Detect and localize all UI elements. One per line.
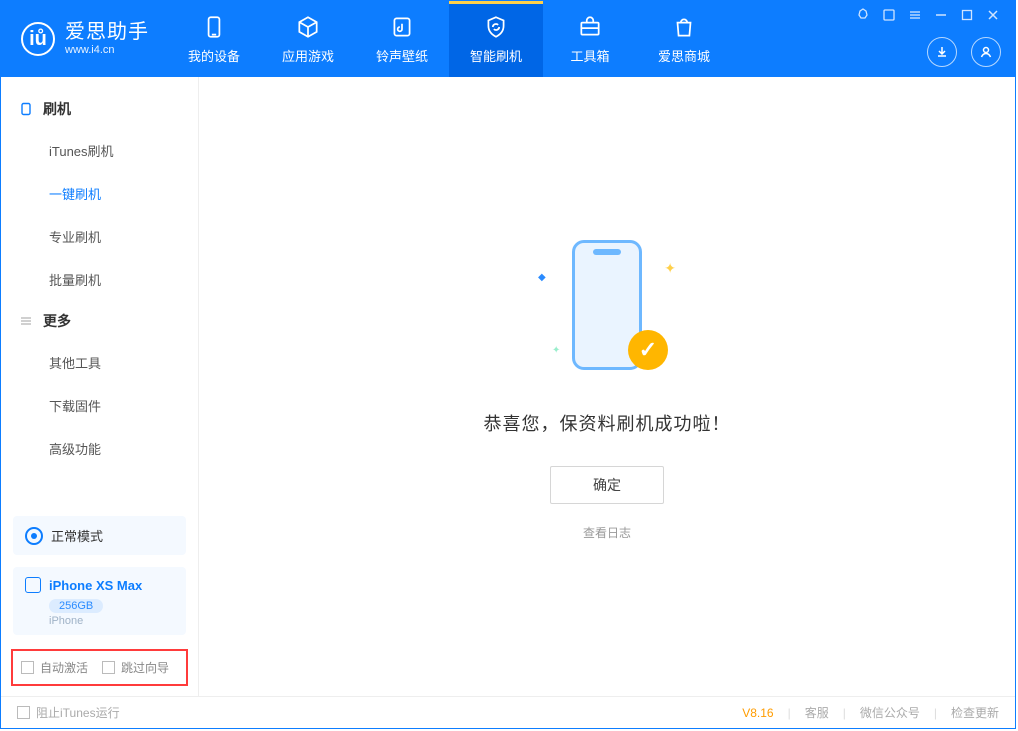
download-manager-button[interactable] [927, 37, 957, 67]
nav-label: 智能刷机 [470, 46, 522, 65]
checkbox-auto-activate[interactable]: 自动激活 [21, 659, 88, 676]
ok-button[interactable]: 确定 [550, 466, 664, 504]
version-label: V8.16 [742, 706, 773, 720]
checkbox-label: 自动激活 [40, 659, 88, 676]
nav-label: 应用游戏 [282, 46, 334, 65]
logo-area: iů 爱思助手 www.i4.cn [1, 1, 167, 77]
cube-icon [295, 14, 321, 40]
sidebar-item-pro-flash[interactable]: 专业刷机 [1, 215, 198, 258]
mode-icon [25, 527, 43, 545]
sidebar-item-batch-flash[interactable]: 批量刷机 [1, 258, 198, 301]
phone-icon [201, 14, 227, 40]
shield-refresh-icon [483, 14, 509, 40]
device-card[interactable]: iPhone XS Max 256GB iPhone [13, 567, 186, 635]
checkbox-skip-guide[interactable]: 跳过向导 [102, 659, 169, 676]
close-button[interactable] [985, 7, 1001, 23]
sidebar-item-oneclick-flash[interactable]: 一键刷机 [1, 172, 198, 215]
footer-link-wechat[interactable]: 微信公众号 [860, 704, 920, 721]
device-name: iPhone XS Max [49, 578, 142, 593]
minimize-button[interactable] [933, 7, 949, 23]
list-icon [19, 314, 33, 328]
footer-link-support[interactable]: 客服 [805, 704, 829, 721]
sidebar-item-other-tools[interactable]: 其他工具 [1, 341, 198, 384]
app-name: 爱思助手 [65, 21, 149, 44]
view-log-link[interactable]: 查看日志 [583, 524, 631, 541]
window-controls [855, 7, 1001, 23]
toolbox-icon [577, 14, 603, 40]
sidebar-item-advanced[interactable]: 高级功能 [1, 427, 198, 470]
device-type: iPhone [49, 615, 174, 627]
maximize-button[interactable] [959, 7, 975, 23]
nav-label: 工具箱 [570, 46, 609, 65]
group-title-label: 更多 [43, 311, 71, 331]
nav-apps[interactable]: 应用游戏 [261, 1, 355, 77]
checkbox-label: 阻止iTunes运行 [36, 704, 120, 721]
menu-icon[interactable] [907, 7, 923, 23]
main-content: ◆ ✦ ✦ ✓ 恭喜您，保资料刷机成功啦！ 确定 查看日志 [199, 77, 1015, 696]
success-message: 恭喜您，保资料刷机成功啦！ [484, 410, 731, 436]
app-url: www.i4.cn [65, 44, 149, 57]
main-nav: 我的设备 应用游戏 铃声壁纸 智能刷机 工具箱 爱思商城 [167, 1, 731, 77]
nav-label: 我的设备 [188, 46, 240, 65]
success-illustration: ◆ ✦ ✦ ✓ [532, 232, 682, 382]
checkbox-label: 跳过向导 [121, 659, 169, 676]
group-title-label: 刷机 [43, 99, 71, 119]
checkbox-icon [17, 706, 30, 719]
bag-icon [671, 14, 697, 40]
music-icon [389, 14, 415, 40]
skin-icon[interactable] [881, 7, 897, 23]
feedback-icon[interactable] [855, 7, 871, 23]
mode-card[interactable]: 正常模式 [13, 516, 186, 555]
nav-toolbox[interactable]: 工具箱 [543, 1, 637, 77]
checkbox-icon [102, 661, 115, 674]
nav-flash[interactable]: 智能刷机 [449, 1, 543, 77]
nav-ringtones[interactable]: 铃声壁纸 [355, 1, 449, 77]
sidebar-item-download-firmware[interactable]: 下载固件 [1, 384, 198, 427]
phone-icon [25, 577, 41, 593]
nav-my-device[interactable]: 我的设备 [167, 1, 261, 77]
sidebar-group-more: 更多 [1, 301, 198, 341]
sidebar-group-flash: 刷机 [1, 89, 198, 129]
mode-label: 正常模式 [51, 526, 103, 545]
flash-options-highlighted: 自动激活 跳过向导 [11, 649, 188, 686]
nav-label: 铃声壁纸 [376, 46, 428, 65]
device-icon [19, 102, 33, 116]
checkbox-block-itunes[interactable]: 阻止iTunes运行 [17, 704, 120, 721]
checkbox-icon [21, 661, 34, 674]
nav-store[interactable]: 爱思商城 [637, 1, 731, 77]
checkmark-badge-icon: ✓ [628, 330, 668, 370]
account-button[interactable] [971, 37, 1001, 67]
logo-icon: iů [21, 22, 55, 56]
nav-label: 爱思商城 [658, 46, 710, 65]
device-capacity: 256GB [49, 599, 103, 613]
footer-link-update[interactable]: 检查更新 [951, 704, 999, 721]
sidebar-item-itunes-flash[interactable]: iTunes刷机 [1, 129, 198, 172]
status-bar: 阻止iTunes运行 V8.16 | 客服 | 微信公众号 | 检查更新 [1, 696, 1015, 728]
sidebar: 刷机 iTunes刷机 一键刷机 专业刷机 批量刷机 更多 其他工具 下载固件 … [1, 77, 199, 696]
